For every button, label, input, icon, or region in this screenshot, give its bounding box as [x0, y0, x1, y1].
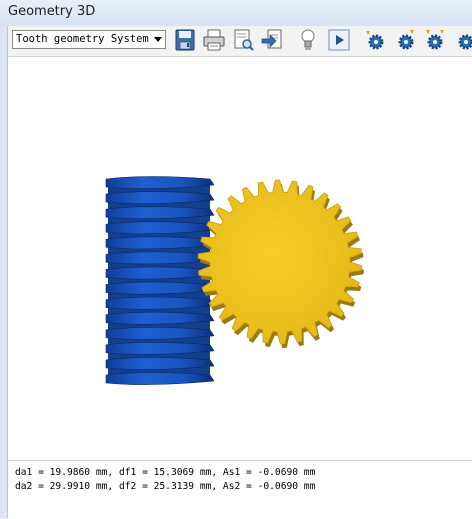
- toolbar: Tooth geometry System: [8, 26, 472, 57]
- lighting-icon: [301, 29, 315, 50]
- play-icon: [328, 29, 350, 51]
- view-select[interactable]: Tooth geometry System: [12, 30, 166, 49]
- worm-wheel: [197, 179, 364, 348]
- content-area: Tooth geometry System da1 = 19.9860 mm, …: [7, 26, 472, 519]
- print-icon: [203, 29, 225, 51]
- 3d-viewport[interactable]: [8, 57, 472, 459]
- title-bar[interactable]: Geometry 3D: [0, 0, 472, 26]
- export-button[interactable]: [259, 27, 285, 53]
- gear-settings-button-1[interactable]: [362, 27, 388, 53]
- save-icon: [175, 29, 195, 51]
- gear-settings-icon: [398, 30, 414, 50]
- gear-settings-button-4[interactable]: [453, 27, 472, 53]
- gear-settings-icon: [366, 31, 384, 50]
- window-title: Geometry 3D: [8, 4, 96, 19]
- save-button[interactable]: [172, 27, 198, 53]
- print-button[interactable]: [201, 27, 227, 53]
- print-preview-icon: [234, 29, 254, 51]
- gear-settings-icon: [458, 34, 472, 50]
- result-line-1: da1 = 19.9860 mm, df1 = 15.3069 mm, As1 …: [15, 467, 316, 478]
- gear-settings-icon: [426, 30, 444, 50]
- result-line-2: da2 = 29.9910 mm, df2 = 25.3139 mm, As2 …: [15, 481, 316, 492]
- geometry-3d-window: Geometry 3D Tooth geometry System da1 = …: [0, 0, 472, 519]
- worm-gear: [105, 176, 215, 385]
- gear-settings-button-2[interactable]: [393, 27, 419, 53]
- gear-model: [105, 176, 364, 385]
- view-select-value: Tooth geometry System: [16, 33, 149, 45]
- export-icon: [261, 29, 282, 49]
- play-button[interactable]: [326, 27, 352, 53]
- results-panel: da1 = 19.9860 mm, df1 = 15.3069 mm, As1 …: [8, 460, 472, 519]
- print-preview-button[interactable]: [230, 27, 256, 53]
- lighting-button[interactable]: [295, 27, 321, 53]
- gear-settings-button-3[interactable]: [422, 27, 448, 53]
- worm-thread: [105, 372, 215, 385]
- chevron-down-icon[interactable]: [154, 37, 162, 42]
